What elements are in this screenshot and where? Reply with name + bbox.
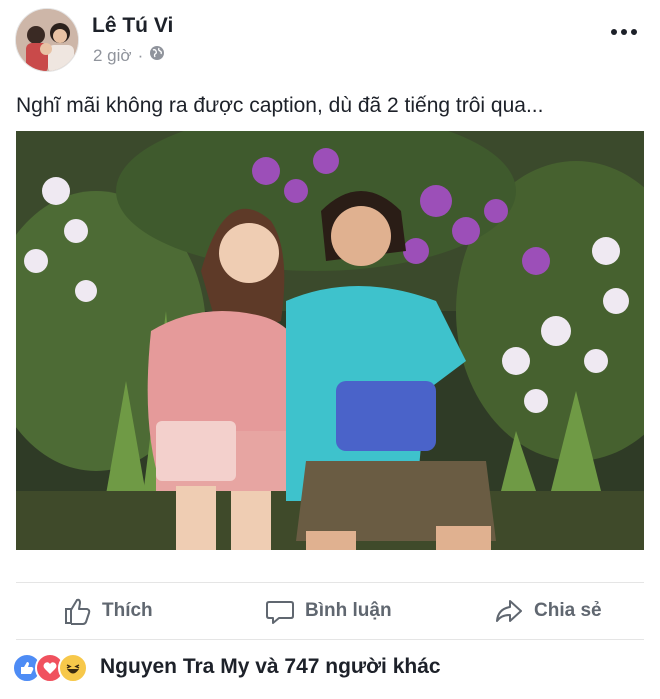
comment-icon (265, 596, 295, 626)
like-label: Thích (102, 600, 153, 621)
share-label: Chia sẻ (534, 600, 602, 621)
reaction-icons[interactable] (12, 652, 88, 684)
share-button[interactable]: Chia sẻ (494, 583, 602, 639)
post-time[interactable]: 2 giờ (93, 46, 132, 66)
post-meta: 2 giờ · (93, 45, 165, 66)
post-header: Lê Tú Vi 2 giờ · (0, 0, 660, 80)
post-actions: Thích Bình luận Chia sẻ (16, 583, 644, 639)
meta-separator: · (137, 45, 144, 65)
author-name[interactable]: Lê Tú Vi (92, 14, 173, 38)
post-caption: Nghĩ mãi không ra được caption, dù đã 2 … (16, 94, 544, 117)
actions-bottom-divider (16, 639, 644, 640)
like-button[interactable]: Thích (62, 583, 153, 639)
haha-reaction-icon (58, 653, 88, 683)
comment-button[interactable]: Bình luận (265, 583, 392, 639)
comment-label: Bình luận (305, 600, 392, 621)
reactions-summary[interactable]: Nguyen Tra My và 747 người khác (100, 655, 441, 679)
author-avatar[interactable] (15, 8, 79, 72)
share-icon (494, 596, 524, 626)
post-photo[interactable] (16, 131, 644, 550)
globe-icon (149, 45, 165, 66)
thumbs-up-icon (62, 596, 92, 626)
more-dots-icon[interactable] (610, 22, 638, 42)
